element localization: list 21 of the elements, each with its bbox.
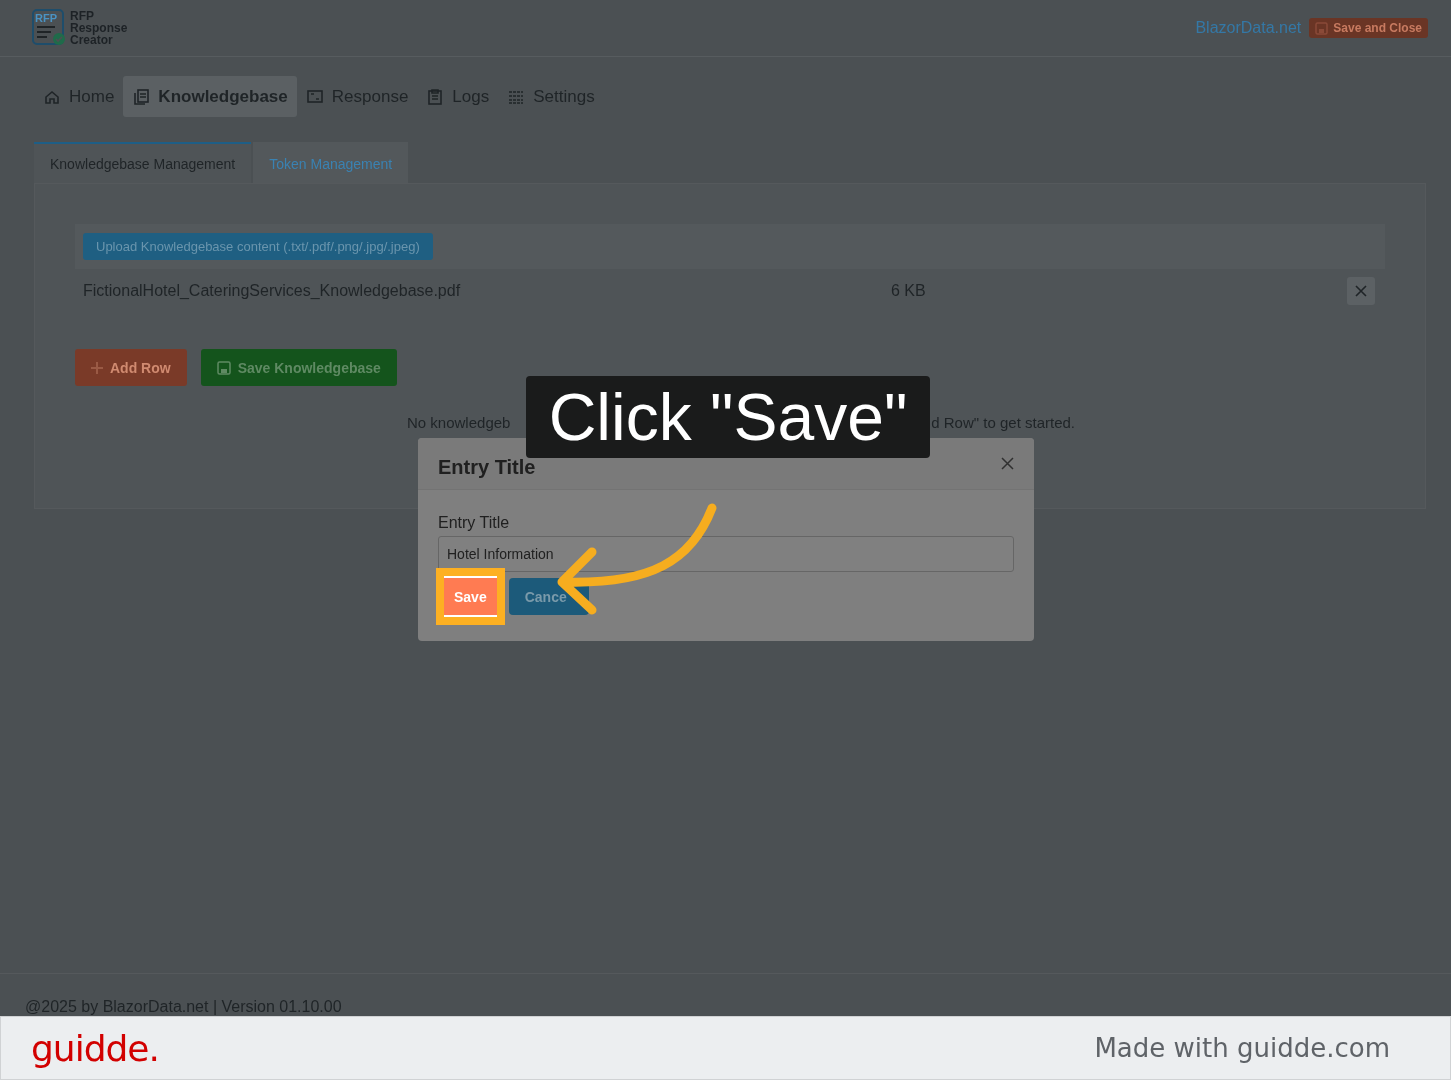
- clipboard-icon: [426, 87, 445, 106]
- window-icon: [305, 87, 324, 106]
- nav-item[interactable]: Knowledgebase: [123, 76, 297, 117]
- tab[interactable]: Token Management: [253, 142, 409, 183]
- save-knowledgebase-button[interactable]: Save Knowledgebase: [200, 349, 397, 386]
- dialog-title: Entry Title: [438, 456, 536, 479]
- close-icon: [1355, 285, 1367, 297]
- upload-button[interactable]: Upload Knowledgebase content (.txt/.pdf/.png/.jpg/.jpeg): [83, 233, 433, 260]
- add-row-button[interactable]: Add Row: [75, 349, 187, 386]
- instruction-callout: Click "Save": [526, 376, 930, 458]
- guidde-logo: guidde.: [31, 1027, 159, 1069]
- close-icon[interactable]: [1001, 457, 1014, 470]
- save-and-close-button[interactable]: Save and Close: [1309, 18, 1428, 38]
- entry-title-field[interactable]: Hotel Information: [438, 536, 1014, 572]
- document-check-icon: RFP: [32, 9, 66, 47]
- remove-button[interactable]: [1347, 277, 1375, 305]
- plus-icon: [91, 361, 103, 374]
- field-label: Entry Title: [438, 514, 511, 532]
- site-link[interactable]: BlazorData.net: [1195, 19, 1302, 37]
- credit-text: Made with guidde.com: [1094, 1033, 1390, 1063]
- documents-icon: [132, 87, 151, 106]
